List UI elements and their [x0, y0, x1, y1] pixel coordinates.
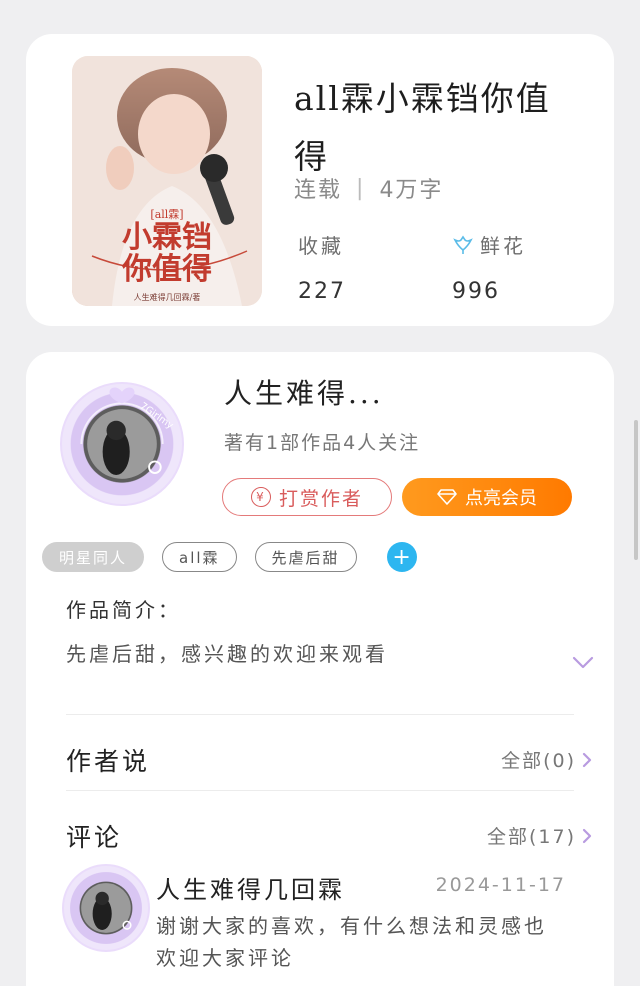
reward-label: 打赏作者: [278, 487, 363, 510]
author-says-view-all[interactable]: 全部(0): [501, 746, 592, 773]
comments-title: 评论: [66, 823, 123, 852]
comment-text: 谢谢大家的喜欢，有什么想法和灵感也欢迎大家评论: [156, 914, 547, 970]
book-word-count: 4万字: [379, 178, 444, 203]
chevron-right-icon: [582, 752, 592, 767]
divider: [66, 790, 574, 791]
tag-list: 明星同人 all霖 先虐后甜 +: [42, 542, 417, 572]
cover-title-line1: 小霖铛: [122, 220, 212, 255]
favorites-stat[interactable]: 收藏 227: [298, 230, 346, 304]
book-detail-card: 7Girlmy 人生难得... 著有1部作品4人关注 ¥ 打赏作者 点亮会员 明…: [26, 352, 614, 986]
vip-label: 点亮会员: [465, 488, 537, 509]
flowers-value: 996: [452, 279, 500, 304]
comments-link-label: 全部(17): [486, 826, 576, 848]
chevron-right-icon: [582, 828, 592, 843]
yen-icon: ¥: [250, 487, 271, 507]
cover-byline: 人生难得几回霖/著: [133, 293, 201, 302]
intro-text: 先虐后甜，感兴趣的欢迎来观看: [66, 642, 388, 666]
divider: [66, 714, 574, 715]
book-info-card: [all霖] 小霖铛 你值得 人生难得几回霖/著 all霖小霖铛你值得 连载 |…: [26, 34, 614, 326]
comments-view-all[interactable]: 全部(17): [487, 822, 592, 849]
tag-item[interactable]: 先虐后甜: [254, 542, 357, 572]
flowers-stat[interactable]: 鲜花 996: [452, 230, 526, 304]
cover-title-line2: 你值得: [122, 252, 212, 287]
author-stats: 著有1部作品4人关注: [224, 432, 421, 454]
author-name[interactable]: 人生难得...: [224, 372, 384, 412]
scrollbar[interactable]: [634, 420, 638, 560]
tag-item[interactable]: all霖: [162, 542, 237, 572]
reward-author-button[interactable]: ¥ 打赏作者: [222, 478, 392, 516]
author-says-title: 作者说: [66, 747, 151, 776]
flowers-label: 鲜花: [480, 234, 526, 258]
book-title: all霖小霖铛你值得: [294, 79, 551, 176]
add-tag-button[interactable]: +: [386, 542, 417, 572]
activate-vip-button[interactable]: 点亮会员: [402, 478, 572, 516]
author-avatar[interactable]: 7Girlmy: [60, 382, 184, 506]
meta-separator: |: [356, 175, 366, 201]
book-meta: 连载 | 4万字: [294, 172, 443, 204]
author-says-link-label: 全部(0): [501, 750, 576, 772]
chevron-down-icon[interactable]: [572, 656, 594, 670]
flower-icon: [452, 234, 474, 256]
book-cover-image[interactable]: [all霖] 小霖铛 你值得 人生难得几回霖/著: [72, 56, 262, 306]
diamond-icon: [437, 489, 457, 505]
intro-title: 作品简介：: [66, 598, 181, 622]
tag-item[interactable]: 明星同人: [42, 542, 145, 572]
favorites-label: 收藏: [298, 234, 344, 258]
comment-author-name[interactable]: 人生难得几回霖: [156, 870, 345, 905]
book-status: 连载: [294, 178, 343, 203]
favorites-value: 227: [298, 279, 346, 304]
comment-date: 2024-11-17: [435, 874, 566, 896]
commenter-avatar[interactable]: [62, 864, 150, 952]
